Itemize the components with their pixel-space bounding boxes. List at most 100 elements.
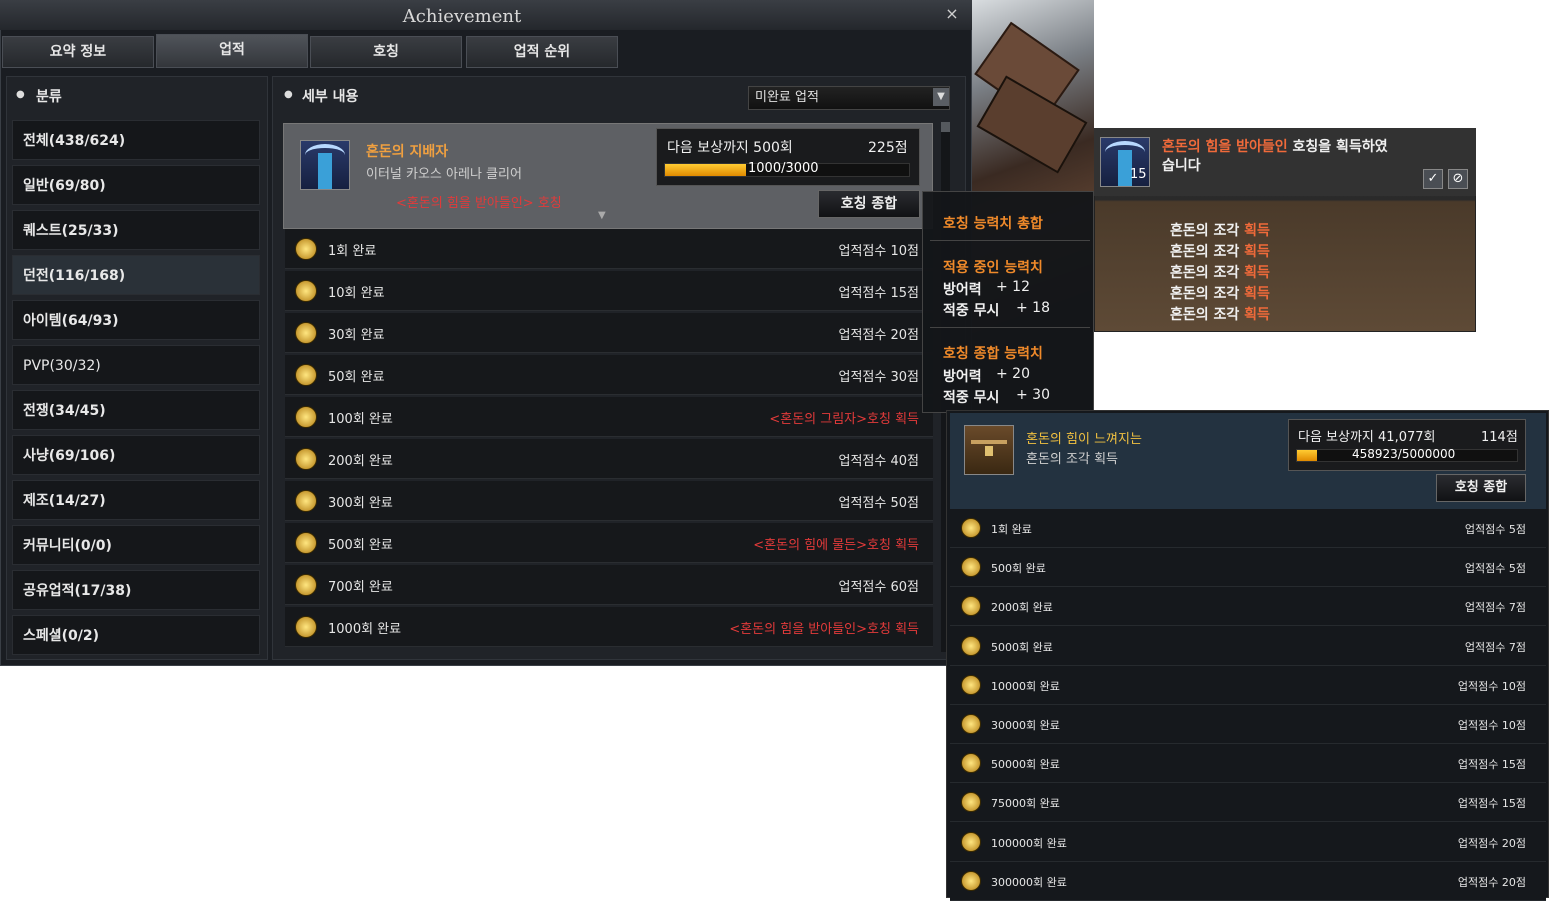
- loot-line: 혼돈의 조각 획득: [1170, 241, 1270, 261]
- milestone-label: 200회 완료: [328, 454, 393, 469]
- stat-value: + 18: [1016, 300, 1050, 316]
- milestone-label: 500회 완료: [328, 538, 393, 553]
- category-item[interactable]: 일반(69/80): [12, 165, 260, 205]
- achievement-reward: <혼돈의 힘을 받아들인> 호칭: [396, 196, 562, 211]
- notification-message-line2: 습니다: [1162, 158, 1201, 174]
- milestone-reward: 업적점수 5점: [1464, 562, 1526, 576]
- cancel-icon[interactable]: ⊘: [1448, 169, 1468, 189]
- tab-ranking[interactable]: 업적 순위: [466, 36, 618, 68]
- stat-name: 적중 무시: [943, 303, 1000, 319]
- divider: [930, 240, 1090, 241]
- milestone-label: 30000회 완료: [991, 719, 1060, 732]
- milestone-label: 50회 완료: [328, 370, 385, 385]
- category-item[interactable]: 공유업적(17/38): [12, 570, 260, 610]
- stat-value: + 30: [1016, 387, 1050, 403]
- loot-verb: 획득: [1244, 307, 1270, 323]
- category-item[interactable]: 스페셜(0/2): [12, 615, 260, 655]
- milestone-reward: 업적점수 15점: [838, 286, 919, 301]
- milestone-reward: 업적점수 10점: [1457, 679, 1526, 693]
- tab-summary[interactable]: 요약 정보: [2, 36, 154, 68]
- milestone-label: 75000회 완료: [991, 797, 1060, 811]
- milestone-reward: <혼돈의 그림자>호칭 획득: [769, 412, 919, 427]
- category-item[interactable]: 커뮤니티(0/0): [12, 525, 260, 565]
- milestone-reward: 업적점수 5점: [1464, 523, 1526, 536]
- filter-dropdown[interactable]: 미완료 업적: [748, 86, 950, 110]
- milestone-label: 10000회 완료: [991, 679, 1060, 693]
- category-item[interactable]: 전쟁(34/45): [12, 390, 260, 430]
- notification-message-text: 호칭을 획득하였: [1287, 139, 1388, 155]
- category-item[interactable]: 제조(14/27): [12, 480, 260, 520]
- milestone-reward: 업적점수 20점: [838, 328, 919, 343]
- category-item[interactable]: 던전(116/168): [12, 255, 260, 295]
- medal-icon: [961, 831, 981, 852]
- milestone-label: 300회 완료: [328, 496, 393, 511]
- category-item[interactable]: PVP(30/32): [12, 345, 260, 385]
- category-item[interactable]: 아이템(64/93): [12, 300, 260, 340]
- category-item[interactable]: 퀘스트(25/33): [12, 210, 260, 250]
- notification-title-name: 혼돈의 힘을 받아들인: [1162, 139, 1288, 155]
- window-title: Achievement: [402, 6, 522, 27]
- details-header: 세부 내용: [302, 89, 359, 105]
- progress-bar-fill-2: [1297, 450, 1318, 461]
- milestone-reward: 업적점수 10점: [838, 244, 919, 259]
- medal-icon: [295, 448, 317, 470]
- loot-verb: 획득: [1244, 223, 1270, 239]
- title-summary-button[interactable]: 호칭 종합: [818, 190, 920, 218]
- title-summary-button-2[interactable]: 호칭 종합: [1436, 474, 1526, 502]
- milestone-label: 700회 완료: [328, 580, 393, 595]
- tooltip-title: 호칭 능력치 총합: [943, 216, 1043, 232]
- loot-line: 혼돈의 조각 획득: [1170, 262, 1270, 282]
- expand-icon[interactable]: ▼: [598, 210, 606, 221]
- medal-icon: [295, 238, 317, 260]
- loot-item-name: 혼돈의 조각: [1170, 307, 1240, 323]
- medal-icon: [961, 714, 981, 734]
- card-points: 225점: [868, 140, 908, 156]
- milestone-reward: 업적점수 50점: [838, 496, 919, 511]
- medal-icon: [295, 490, 317, 512]
- next-reward-label: 다음 보상까지 500회: [667, 140, 793, 156]
- title-emblem-icon: [300, 140, 350, 190]
- milestone-reward: 업적점수 15점: [1457, 797, 1526, 811]
- item-count: 15: [1130, 167, 1147, 182]
- next-reward-label-2: 다음 보상까지 41,077회: [1298, 430, 1436, 445]
- milestone-reward: 업적점수 15점: [1457, 758, 1526, 772]
- milestone-reward: 업적점수 40점: [838, 454, 919, 469]
- medal-icon: [295, 406, 317, 428]
- close-icon[interactable]: ×: [943, 5, 961, 23]
- tab-achievements[interactable]: 업적: [156, 34, 308, 68]
- scrollbar-thumb[interactable]: [941, 122, 950, 132]
- milestone-label: 1000회 완료: [328, 622, 402, 637]
- medal-icon: [961, 518, 981, 538]
- tab-titles[interactable]: 호칭: [310, 36, 462, 68]
- medal-icon: [961, 635, 981, 656]
- category-item[interactable]: 사냥(69/106): [12, 435, 260, 475]
- stat-value: + 12: [996, 279, 1030, 295]
- milestone-reward: 업적점수 7점: [1464, 640, 1526, 654]
- milestone-label: 50000회 완료: [991, 758, 1060, 772]
- category-item[interactable]: 전체(438/624): [12, 120, 260, 160]
- milestone-label: 1회 완료: [991, 523, 1032, 536]
- bullet-icon: ●: [284, 89, 293, 100]
- medal-icon: [295, 532, 317, 554]
- divider: [930, 327, 1090, 328]
- milestone-reward: <혼돈의 힘에 물든>호칭 획득: [753, 538, 919, 553]
- achievement-name-2: 혼돈의 힘이 느껴지는: [1026, 432, 1142, 447]
- milestone-label: 1회 완료: [328, 244, 377, 259]
- milestone-reward: 업적점수 60점: [838, 580, 919, 595]
- chevron-down-icon[interactable]: ▼: [933, 88, 949, 106]
- milestone-reward: <혼돈의 힘을 받아들인>호칭 획득: [729, 622, 919, 637]
- applied-stats-header: 적용 중인 능력치: [943, 260, 1043, 276]
- milestone-reward: 업적점수 10점: [1457, 719, 1526, 732]
- medal-icon: [295, 364, 317, 386]
- card-points-2: 114점: [1481, 430, 1518, 445]
- loot-item-name: 혼돈의 조각: [1170, 244, 1240, 260]
- check-icon[interactable]: ✓: [1423, 169, 1443, 189]
- milestone-label: 100회 완료: [328, 412, 393, 427]
- medal-icon: [295, 280, 317, 302]
- medal-icon: [961, 870, 981, 891]
- achievement-description-2: 혼돈의 조각 획득: [1026, 452, 1118, 467]
- milestone-reward: 업적점수 20점: [1457, 875, 1526, 889]
- achievement-name: 혼돈의 지배자: [366, 144, 449, 160]
- achievement-description: 이터널 카오스 아레나 클리어: [366, 167, 522, 182]
- bullet-icon: ●: [16, 89, 25, 100]
